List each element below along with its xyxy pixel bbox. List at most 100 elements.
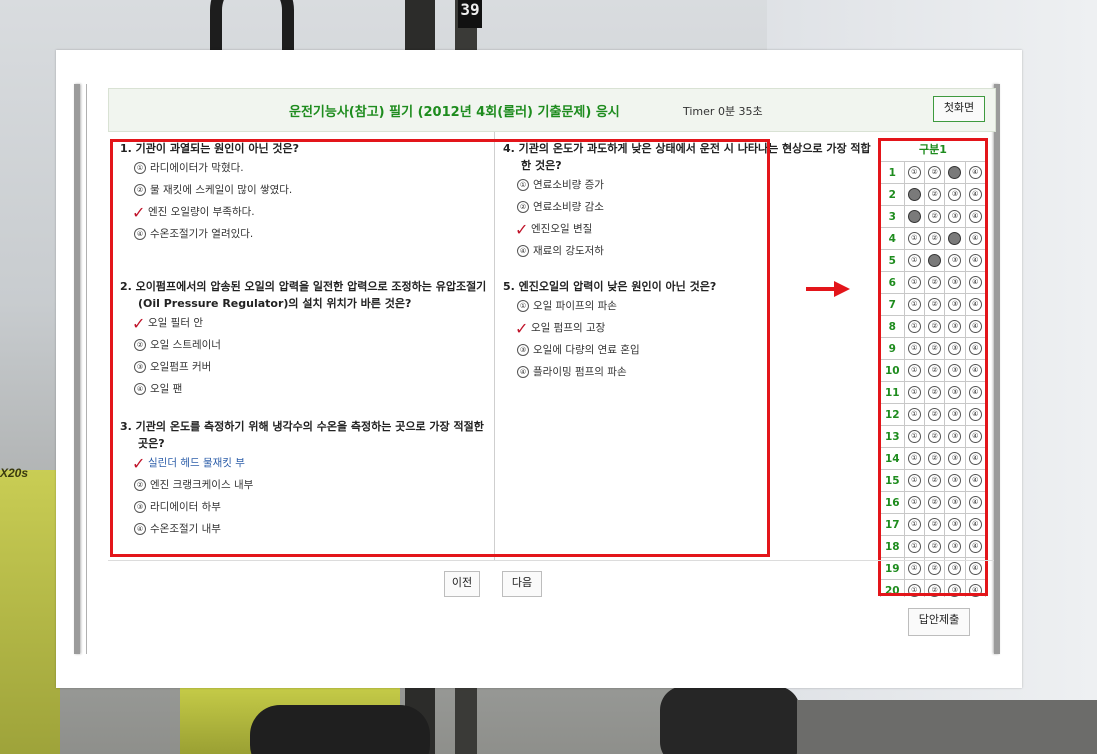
answer-bubble[interactable]: ③ xyxy=(948,320,962,333)
answer-bubble[interactable]: ① xyxy=(907,518,921,531)
answer-bubble[interactable]: ③ xyxy=(948,210,962,223)
answer-grid-cell[interactable]: ④ xyxy=(964,293,986,316)
answer-bubble[interactable]: ④ xyxy=(968,254,982,267)
answer-grid-cell[interactable]: ③ xyxy=(944,513,966,536)
answer-bubble[interactable]: ④ xyxy=(968,188,982,201)
answer-bubble[interactable]: ④ xyxy=(968,276,982,289)
answer-grid-cell[interactable]: ① xyxy=(903,491,925,514)
answer-bubble[interactable]: ① xyxy=(907,232,921,245)
answer-bubble[interactable]: ④ xyxy=(968,232,982,245)
answer-bubble[interactable]: ② xyxy=(928,298,942,311)
answer-bubble[interactable]: ③ xyxy=(948,386,962,399)
answer-grid-cell[interactable]: ④ xyxy=(964,227,986,250)
answer-option[interactable]: ① 오일 파이프의 파손 xyxy=(517,295,871,317)
answer-bubble[interactable]: ① xyxy=(907,188,921,201)
answer-grid-cell[interactable]: ② xyxy=(923,469,946,492)
answer-bubble[interactable]: ① xyxy=(907,298,921,311)
answer-grid-cell[interactable]: ② xyxy=(923,447,946,470)
answer-bubble[interactable]: ① xyxy=(907,408,921,421)
answer-bubble[interactable]: ① xyxy=(907,320,921,333)
answer-grid-cell[interactable]: ④ xyxy=(964,161,986,184)
answer-bubble[interactable]: ① xyxy=(907,540,921,553)
answer-grid-cell[interactable]: ④ xyxy=(964,337,986,360)
answer-bubble[interactable]: ④ xyxy=(968,474,982,487)
answer-grid-cell[interactable]: ② xyxy=(923,579,946,597)
answer-grid-cell[interactable]: ② xyxy=(923,381,946,404)
answer-grid-cell[interactable]: ④ xyxy=(964,491,986,514)
answer-grid-cell[interactable]: ① xyxy=(903,271,925,294)
answer-bubble[interactable]: ④ xyxy=(968,166,982,179)
answer-bubble[interactable]: ④ xyxy=(968,320,982,333)
answer-bubble[interactable]: ④ xyxy=(968,210,982,223)
answer-option[interactable]: ④ 수온조절기가 열려있다. xyxy=(134,223,488,245)
answer-bubble[interactable]: ① xyxy=(907,562,921,575)
answer-bubble[interactable]: ② xyxy=(928,254,942,267)
answer-bubble[interactable]: ② xyxy=(928,320,942,333)
answer-bubble[interactable]: ④ xyxy=(968,430,982,443)
answer-grid-cell[interactable]: ② xyxy=(923,227,946,250)
answer-grid-cell[interactable]: ① xyxy=(903,249,925,272)
answer-bubble[interactable]: ② xyxy=(928,210,942,223)
answer-bubble[interactable]: ③ xyxy=(948,232,962,245)
answer-bubble[interactable]: ③ xyxy=(948,518,962,531)
answer-grid-cell[interactable]: ④ xyxy=(964,535,986,558)
answer-bubble[interactable]: ① xyxy=(907,254,921,267)
answer-bubble[interactable]: ② xyxy=(928,166,942,179)
answer-grid-cell[interactable]: ④ xyxy=(964,403,986,426)
answer-grid-cell[interactable]: ① xyxy=(903,293,925,316)
answer-grid-cell[interactable]: ④ xyxy=(964,447,986,470)
answer-grid-cell[interactable]: ① xyxy=(903,535,925,558)
answer-grid-cell[interactable]: ③ xyxy=(944,359,966,382)
answer-option[interactable]: ④ 재료의 강도저하 xyxy=(517,240,871,262)
answer-bubble[interactable]: ① xyxy=(907,342,921,355)
answer-grid-cell[interactable]: ④ xyxy=(964,381,986,404)
answer-bubble[interactable]: ② xyxy=(928,452,942,465)
answer-grid-cell[interactable]: ② xyxy=(923,359,946,382)
answer-grid-cell[interactable]: ④ xyxy=(964,205,986,228)
answer-bubble[interactable]: ① xyxy=(907,386,921,399)
answer-bubble[interactable]: ① xyxy=(907,474,921,487)
answer-grid-cell[interactable]: ① xyxy=(903,227,925,250)
answer-option[interactable]: ① 라디에이터가 막혔다. xyxy=(134,157,488,179)
answer-grid-cell[interactable]: ③ xyxy=(944,535,966,558)
answer-option[interactable]: ③✓엔진오일 변질 xyxy=(515,218,871,240)
answer-grid-cell[interactable]: ④ xyxy=(964,469,986,492)
answer-bubble[interactable]: ① xyxy=(907,452,921,465)
answer-grid-cell[interactable]: ④ xyxy=(964,249,986,272)
answer-bubble[interactable]: ④ xyxy=(968,408,982,421)
answer-grid-cell[interactable]: ③ xyxy=(944,249,966,272)
answer-grid-cell[interactable]: ② xyxy=(923,183,946,206)
answer-bubble[interactable]: ① xyxy=(907,364,921,377)
answer-bubble[interactable]: ② xyxy=(928,474,942,487)
answer-bubble[interactable]: ④ xyxy=(968,386,982,399)
answer-bubble[interactable]: ④ xyxy=(968,496,982,509)
answer-grid-cell[interactable]: ④ xyxy=(964,579,986,597)
answer-option[interactable]: ③ 오일에 다량의 연료 혼입 xyxy=(517,339,871,361)
answer-bubble[interactable]: ① xyxy=(907,584,921,597)
answer-grid-cell[interactable]: ③ xyxy=(944,447,966,470)
answer-grid-cell[interactable]: ④ xyxy=(964,271,986,294)
answer-grid-cell[interactable]: ② xyxy=(923,513,946,536)
answer-grid-cell[interactable]: ① xyxy=(903,513,925,536)
answer-grid-cell[interactable]: ③ xyxy=(944,183,966,206)
answer-grid-cell[interactable]: ③ xyxy=(944,579,966,597)
answer-grid-cell[interactable]: ② xyxy=(923,315,946,338)
answer-grid-cell[interactable]: ① xyxy=(903,425,925,448)
answer-bubble[interactable]: ① xyxy=(907,430,921,443)
answer-grid-cell[interactable]: ③ xyxy=(944,271,966,294)
answer-bubble[interactable]: ② xyxy=(928,430,942,443)
answer-bubble[interactable]: ③ xyxy=(948,540,962,553)
answer-grid-cell[interactable]: ① xyxy=(903,337,925,360)
answer-grid-cell[interactable]: ③ xyxy=(944,469,966,492)
answer-bubble[interactable]: ③ xyxy=(948,452,962,465)
answer-bubble[interactable]: ③ xyxy=(948,254,962,267)
answer-bubble[interactable]: ② xyxy=(928,276,942,289)
answer-option[interactable]: ③ 라디에이터 하부 xyxy=(134,496,488,518)
home-button[interactable]: 첫화면 xyxy=(933,96,985,122)
answer-option[interactable]: ② 연료소비량 감소 xyxy=(517,196,871,218)
answer-bubble[interactable]: ③ xyxy=(948,562,962,575)
answer-grid-cell[interactable]: ② xyxy=(923,425,946,448)
answer-grid-cell[interactable]: ② xyxy=(923,271,946,294)
answer-bubble[interactable]: ② xyxy=(928,232,942,245)
answer-grid-cell[interactable]: ① xyxy=(903,183,925,206)
